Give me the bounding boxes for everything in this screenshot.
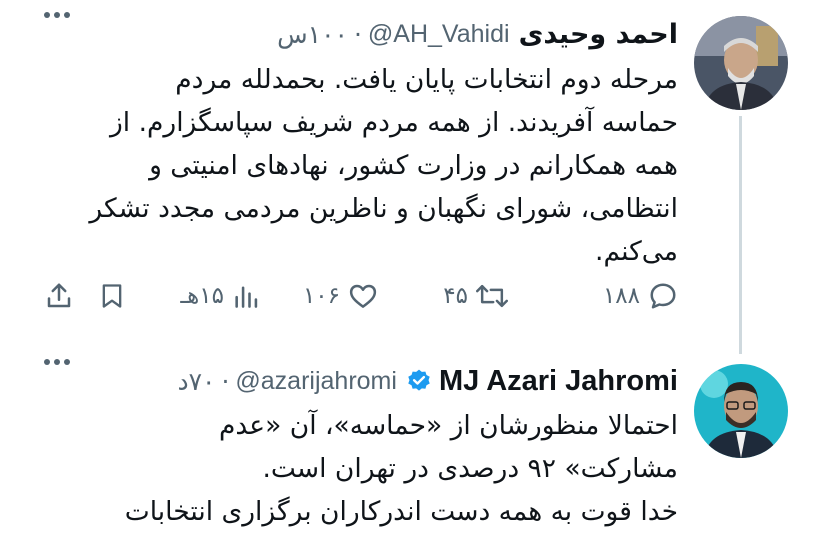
more-icon[interactable]: [44, 359, 70, 365]
bookmark-icon: [102, 284, 122, 308]
timestamp[interactable]: ۷۰د: [177, 367, 215, 396]
action-bar: ۱۸۸ ۴۵ ۱۰۶ ۱۵هـ: [40, 270, 678, 322]
retweet-count: ۴۵: [443, 283, 468, 309]
separator-dot: ·: [353, 19, 362, 49]
timestamp[interactable]: ۱۰۰س: [277, 20, 348, 49]
reply-icon: [650, 283, 676, 309]
more-icon[interactable]: [44, 12, 70, 18]
like-count: ۱۰۶: [302, 283, 340, 309]
avatar[interactable]: [694, 364, 788, 458]
tweet-text-line: مشارکت» ۹۲ درصدی در تهران است.: [262, 453, 678, 484]
thread-line: [739, 116, 742, 354]
views-count: ۱۵هـ: [180, 283, 224, 309]
tweet-text-line: انتظامی، شورای نگهبان و ناظرین مردمی مجد…: [89, 193, 678, 224]
tweet-1[interactable]: احمد وحیدی @AH_Vahidi · ۱۰۰س مرحله دوم ا…: [0, 0, 828, 354]
author-name[interactable]: MJ Azari Jahromi: [439, 365, 678, 398]
retweet-button[interactable]: ۴۵: [443, 270, 508, 322]
views-icon: [235, 286, 258, 308]
retweet-icon: [476, 284, 508, 308]
tweet-text-line: همه همکارانم در وزارت کشور، نهادهای امنی…: [149, 150, 678, 181]
share-icon: [47, 283, 71, 308]
tweet-text-line: احتمالا منظورشان از «حماسه»، آن «عدم: [218, 410, 678, 441]
avatar[interactable]: [694, 16, 788, 110]
author-handle[interactable]: @azarijahromi: [235, 367, 397, 396]
tweet-text: مرحله دوم انتخابات پایان یافت. بحمدلله م…: [40, 58, 678, 273]
like-button[interactable]: ۱۰۶: [303, 270, 378, 322]
tweet-text-line: خدا قوت به همه دست اندرکاران برگزاری انت…: [124, 496, 678, 527]
tweet-text-line: حماسه آفریدند. از همه مردم شریف سپاسگزار…: [109, 107, 678, 138]
tweet-2[interactable]: MJ Azari Jahromi @azarijahromi · ۷۰د احت…: [0, 340, 828, 536]
bookmark-button[interactable]: [98, 270, 126, 322]
like-icon: [349, 284, 377, 308]
tweet-text: احتمالا منظورشان از «حماسه»، آن «عدم مشا…: [40, 404, 678, 533]
views-button[interactable]: ۱۵هـ: [180, 270, 260, 322]
reply-count: ۱۸۸: [602, 283, 640, 309]
verified-icon: [406, 368, 432, 394]
tweet-text-line: می‌کنم.: [595, 236, 678, 267]
author-name[interactable]: احمد وحیدی: [519, 19, 678, 50]
tweet-header: MJ Azari Jahromi @azarijahromi · ۷۰د: [40, 361, 678, 401]
share-button[interactable]: [44, 270, 74, 322]
tweet-header: احمد وحیدی @AH_Vahidi · ۱۰۰س: [40, 14, 678, 54]
author-handle[interactable]: @AH_Vahidi: [368, 20, 510, 49]
reply-button[interactable]: ۱۸۸: [603, 270, 678, 322]
separator-dot: ·: [221, 366, 230, 396]
tweet-text-line: مرحله دوم انتخابات پایان یافت. بحمدلله م…: [175, 64, 678, 95]
